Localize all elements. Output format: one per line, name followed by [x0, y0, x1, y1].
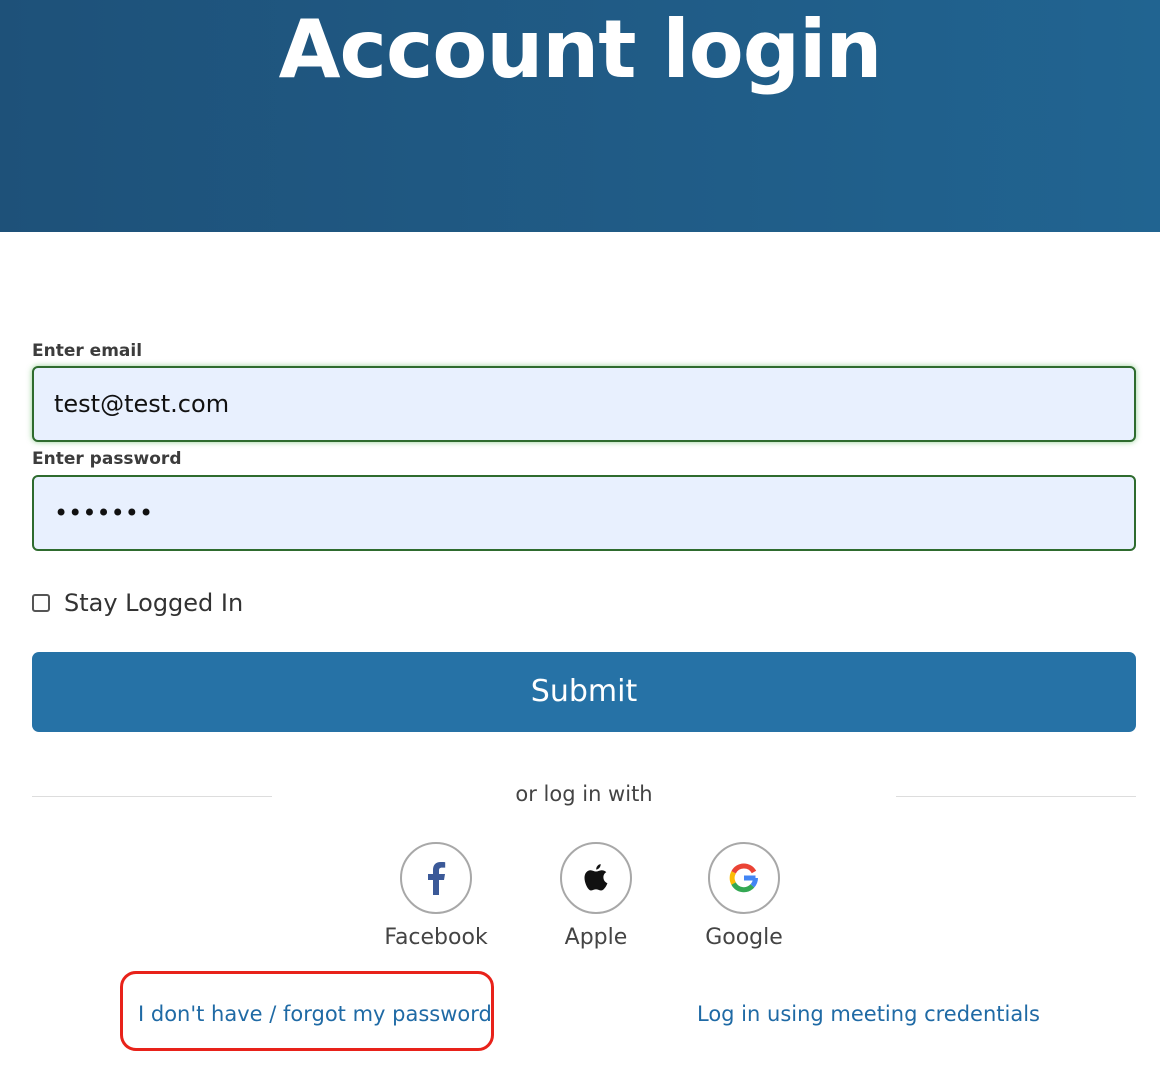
stay-logged-in-checkbox[interactable] [32, 594, 50, 612]
apple-icon [584, 864, 608, 891]
email-input[interactable] [32, 366, 1136, 442]
email-label: Enter email [32, 341, 143, 361]
header-banner: Account login [0, 0, 1160, 232]
google-button[interactable] [708, 842, 780, 914]
facebook-icon [428, 862, 446, 895]
apple-label[interactable]: Apple [536, 924, 656, 952]
facebook-button[interactable] [400, 842, 472, 914]
stay-logged-in-row[interactable]: Stay Logged In [32, 586, 243, 620]
facebook-login[interactable]: Facebook [376, 842, 496, 952]
login-page: Account login Enter email Enter password… [0, 0, 1160, 1074]
google-label[interactable]: Google [684, 924, 804, 952]
divider-text: or log in with [515, 782, 653, 806]
apple-button[interactable] [560, 842, 632, 914]
google-icon [729, 863, 758, 893]
divider-right [896, 796, 1136, 797]
forgot-password-link[interactable]: I don't have / forgot my password [138, 1000, 492, 1028]
stay-logged-in-label[interactable]: Stay Logged In [64, 589, 243, 617]
submit-button[interactable]: Submit [32, 652, 1136, 732]
meeting-credentials-link[interactable]: Log in using meeting credentials [697, 1000, 1040, 1028]
password-input[interactable] [32, 475, 1136, 551]
password-label: Enter password [32, 449, 182, 469]
facebook-label[interactable]: Facebook [376, 924, 496, 952]
page-title: Account login [278, 3, 883, 96]
google-login[interactable]: Google [684, 842, 804, 952]
divider-left [32, 796, 272, 797]
apple-login[interactable]: Apple [536, 842, 656, 952]
